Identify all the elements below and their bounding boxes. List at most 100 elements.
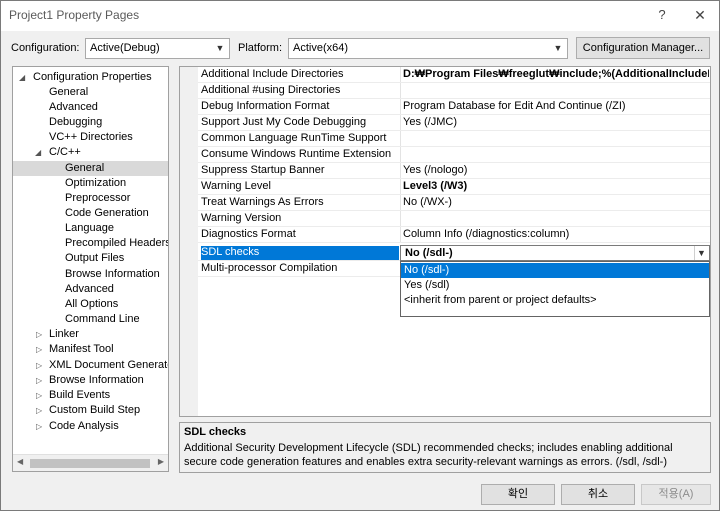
property-value: Level3 (/W3) <box>403 180 468 192</box>
tree-item-command-line[interactable]: Command Line <box>65 312 140 327</box>
cancel-button[interactable]: 취소 <box>561 484 635 505</box>
property-name: Debug Information Format <box>201 100 330 112</box>
grid-row[interactable]: Consume Windows Runtime Extension <box>198 147 710 163</box>
property-name: SDL checks <box>201 246 399 261</box>
property-value <box>403 132 709 147</box>
tree-item-code-generation[interactable]: Code Generation <box>65 206 149 221</box>
scroll-right-icon[interactable]: ▶ <box>158 457 164 466</box>
tree-collapsed-icon[interactable]: ▷ <box>36 419 42 434</box>
grid-row[interactable]: Support Just My Code Debugging Yes (/JMC… <box>198 115 710 131</box>
property-value: No (/WX-) <box>403 196 452 208</box>
window-title: Project1 Property Pages <box>9 8 140 22</box>
property-name: Warning Level <box>201 180 271 192</box>
grid-row[interactable]: Treat Warnings As Errors No (/WX-) <box>198 195 710 211</box>
tree-item-output-files[interactable]: Output Files <box>65 251 124 266</box>
tree-collapsed-icon[interactable]: ▷ <box>36 388 42 403</box>
grid-row[interactable]: Additional Include Directories D:₩Progra… <box>198 67 710 83</box>
tree-item-preprocessor[interactable]: Preprocessor <box>65 191 130 206</box>
configuration-select[interactable]: Active(Debug) ▼ <box>85 38 230 59</box>
property-grid: Additional Include Directories D:₩Progra… <box>179 66 711 417</box>
property-name: Additional Include Directories <box>201 68 344 80</box>
property-name: Common Language RunTime Support <box>201 132 387 144</box>
tree-expanded-icon[interactable]: ◢ <box>35 145 41 160</box>
chevron-down-icon[interactable]: ▼ <box>694 246 708 260</box>
dropdown-option-yes-sdl[interactable]: Yes (/sdl) <box>401 278 709 293</box>
sdl-checks-value: No (/sdl-) <box>405 247 453 259</box>
property-name: Suppress Startup Banner <box>201 164 325 176</box>
sdl-checks-dropdown: No (/sdl-) Yes (/sdl) <inherit from pare… <box>400 261 710 317</box>
tree-expanded-icon[interactable]: ◢ <box>19 70 25 85</box>
property-name: Warning Version <box>201 212 282 224</box>
property-name: Support Just My Code Debugging <box>201 116 367 128</box>
property-name: Multi-processor Compilation <box>201 262 338 274</box>
property-tree: ◢ Configuration Properties General Advan… <box>12 66 169 472</box>
configuration-manager-button[interactable]: Configuration Manager... <box>576 37 710 59</box>
tree-item-optimization[interactable]: Optimization <box>65 176 126 191</box>
grid-gutter <box>180 67 198 416</box>
configuration-label: Configuration: <box>11 42 80 54</box>
tree-collapsed-icon[interactable]: ▷ <box>36 373 42 388</box>
tree-item-debugging[interactable]: Debugging <box>49 115 102 130</box>
property-name: Consume Windows Runtime Extension <box>201 148 392 160</box>
tree-item-xml-document-generator[interactable]: XML Document Generator <box>49 358 168 373</box>
tree-item-cpp-general[interactable]: General <box>13 161 168 176</box>
tree-item-advanced[interactable]: Advanced <box>49 100 98 115</box>
tree-item-build-events[interactable]: Build Events <box>49 388 110 403</box>
grid-row[interactable]: Suppress Startup Banner Yes (/nologo) <box>198 163 710 179</box>
property-value: Program Database for Edit And Continue (… <box>403 100 626 112</box>
tree-item-general[interactable]: General <box>49 85 88 100</box>
dropdown-option-inherit[interactable]: <inherit from parent or project defaults… <box>401 293 709 308</box>
platform-label: Platform: <box>238 42 283 54</box>
property-value: Column Info (/diagnostics:column) <box>403 228 570 240</box>
property-value: D:₩Program Files₩freeglut₩include;%(Addi… <box>403 68 709 80</box>
property-value <box>403 212 709 227</box>
tree-collapsed-icon[interactable]: ▷ <box>36 403 42 418</box>
apply-button[interactable]: 적용(A) <box>641 484 711 505</box>
sdl-checks-select[interactable]: No (/sdl-) ▼ <box>400 245 710 261</box>
platform-select[interactable]: Active(x64) ▼ <box>288 38 568 59</box>
tree-item-linker[interactable]: Linker <box>49 327 79 342</box>
tree-item-code-analysis[interactable]: Code Analysis <box>49 419 119 434</box>
grid-row[interactable]: Diagnostics Format Column Info (/diagnos… <box>198 227 710 243</box>
tree-item-language[interactable]: Language <box>65 221 114 236</box>
description-panel: SDL checks Additional Security Developme… <box>179 422 711 473</box>
property-name: Additional #using Directories <box>201 84 341 96</box>
platform-value: Active(x64) <box>293 42 349 54</box>
tree-collapsed-icon[interactable]: ▷ <box>36 327 42 342</box>
chevron-down-icon: ▼ <box>215 43 225 53</box>
property-value <box>403 148 709 163</box>
property-name: Diagnostics Format <box>201 228 296 240</box>
property-pages-window: Project1 Property Pages ? ✕ Configuratio… <box>0 0 720 511</box>
title-bar: Project1 Property Pages ? ✕ <box>1 1 719 31</box>
tree-item-cpp[interactable]: C/C++ <box>49 145 81 160</box>
grid-row[interactable]: Warning Level Level3 (/W3) <box>198 179 710 195</box>
help-button[interactable]: ? <box>653 6 671 24</box>
tree-item-cpp-advanced[interactable]: Advanced <box>65 282 114 297</box>
grid-row[interactable]: Debug Information Format Program Databas… <box>198 99 710 115</box>
tree-item-precompiled-headers[interactable]: Precompiled Headers <box>65 236 168 251</box>
grid-row[interactable]: Additional #using Directories <box>198 83 710 99</box>
scrollbar-thumb[interactable] <box>30 459 150 468</box>
close-button[interactable]: ✕ <box>691 6 709 24</box>
grid-row[interactable]: Common Language RunTime Support <box>198 131 710 147</box>
dropdown-option-no-sdl[interactable]: No (/sdl-) <box>401 263 709 278</box>
property-name: Treat Warnings As Errors <box>201 196 324 208</box>
tree-item-configuration-properties[interactable]: Configuration Properties <box>33 70 152 85</box>
property-value: Yes (/JMC) <box>403 116 457 128</box>
tree-item-all-options[interactable]: All Options <box>65 297 118 312</box>
tree-collapsed-icon[interactable]: ▷ <box>36 342 42 357</box>
property-value: Yes (/nologo) <box>403 164 468 176</box>
tree-collapsed-icon[interactable]: ▷ <box>36 358 42 373</box>
tree-item-browse-information[interactable]: Browse Information <box>65 267 160 282</box>
description-text: Additional Security Development Lifecycl… <box>184 442 673 468</box>
tree-item-manifest-tool[interactable]: Manifest Tool <box>49 342 114 357</box>
tree-item-browse-information-top[interactable]: Browse Information <box>49 373 144 388</box>
configuration-value: Active(Debug) <box>90 42 160 54</box>
tree-horizontal-scrollbar[interactable]: ◀ ▶ <box>13 454 168 471</box>
property-value <box>403 84 709 99</box>
scroll-left-icon[interactable]: ◀ <box>17 457 23 466</box>
ok-button[interactable]: 확인 <box>481 484 555 505</box>
tree-item-custom-build-step[interactable]: Custom Build Step <box>49 403 140 418</box>
grid-row[interactable]: Warning Version <box>198 211 710 227</box>
tree-item-vc-directories[interactable]: VC++ Directories <box>49 130 133 145</box>
